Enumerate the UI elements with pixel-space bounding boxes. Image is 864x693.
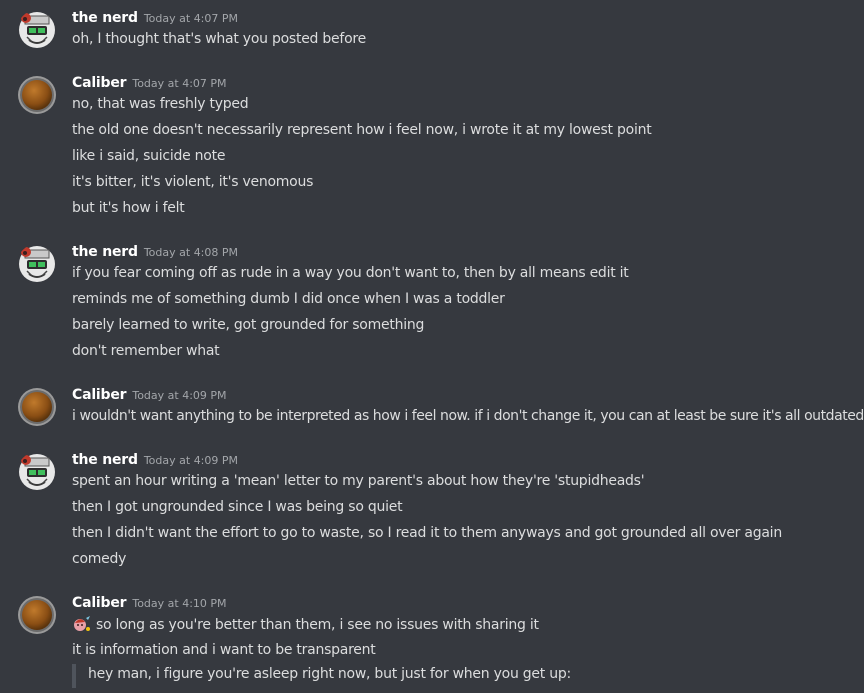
- message-header: the nerd Today at 4:09 PM: [72, 449, 238, 471]
- username[interactable]: Caliber: [72, 595, 127, 611]
- bronze-orb-avatar[interactable]: [17, 387, 57, 427]
- block-quote: hey man, i figure you're asleep right no…: [72, 664, 571, 688]
- username[interactable]: the nerd: [72, 452, 138, 468]
- bronze-orb-avatar[interactable]: [17, 75, 57, 115]
- username[interactable]: the nerd: [72, 244, 138, 260]
- message-text: then I didn't want the effort to go to w…: [72, 525, 782, 541]
- message-text: so long as you're better than them, i se…: [72, 614, 539, 635]
- timestamp: Today at 4:09 PM: [132, 389, 227, 402]
- message-text: reminds me of something dumb I did once …: [72, 291, 505, 307]
- nerd-avatar[interactable]: [17, 10, 57, 50]
- bronze-orb-avatar[interactable]: [17, 595, 57, 635]
- timestamp: Today at 4:09 PM: [143, 454, 239, 467]
- message-text: no, that was freshly typed: [72, 96, 249, 112]
- custom-emoji-icon: [72, 614, 92, 634]
- message-text: don't remember what: [72, 343, 220, 359]
- message-text: spent an hour writing a 'mean' letter to…: [72, 473, 645, 489]
- nerd-avatar[interactable]: [17, 452, 57, 492]
- message-text: if you fear coming off as rude in a way …: [72, 265, 629, 281]
- message-text: the old one doesn't necessarily represen…: [72, 122, 652, 138]
- username[interactable]: Caliber: [72, 75, 127, 91]
- message-text-content: so long as you're better than them, i se…: [96, 617, 539, 633]
- message-header: the nerd Today at 4:08 PM: [72, 241, 238, 263]
- message-text: it's bitter, it's violent, it's venomous: [72, 174, 314, 190]
- message-header: the nerd Today at 4:07 PM: [72, 7, 238, 29]
- timestamp: Today at 4:10 PM: [132, 597, 227, 610]
- message-text: but it's how i felt: [72, 200, 185, 216]
- message-text: comedy: [72, 551, 127, 567]
- timestamp: Today at 4:08 PM: [143, 246, 239, 259]
- message-text: barely learned to write, got grounded fo…: [72, 317, 425, 333]
- message-text: i wouldn't want anything to be interpret…: [72, 408, 864, 424]
- timestamp: Today at 4:07 PM: [132, 77, 227, 90]
- nerd-avatar[interactable]: [17, 244, 57, 284]
- message-header: Caliber Today at 4:09 PM: [72, 384, 227, 406]
- message-header: Caliber Today at 4:10 PM: [72, 592, 227, 614]
- username[interactable]: Caliber: [72, 387, 127, 403]
- message-header: Caliber Today at 4:07 PM: [72, 72, 227, 94]
- message-text: like i said, suicide note: [72, 148, 226, 164]
- message-text: then I got ungrounded since I was being …: [72, 499, 403, 515]
- username[interactable]: the nerd: [72, 10, 138, 26]
- timestamp: Today at 4:07 PM: [143, 12, 239, 25]
- message-text: oh, I thought that's what you posted bef…: [72, 31, 366, 47]
- message-text: it is information and i want to be trans…: [72, 642, 376, 658]
